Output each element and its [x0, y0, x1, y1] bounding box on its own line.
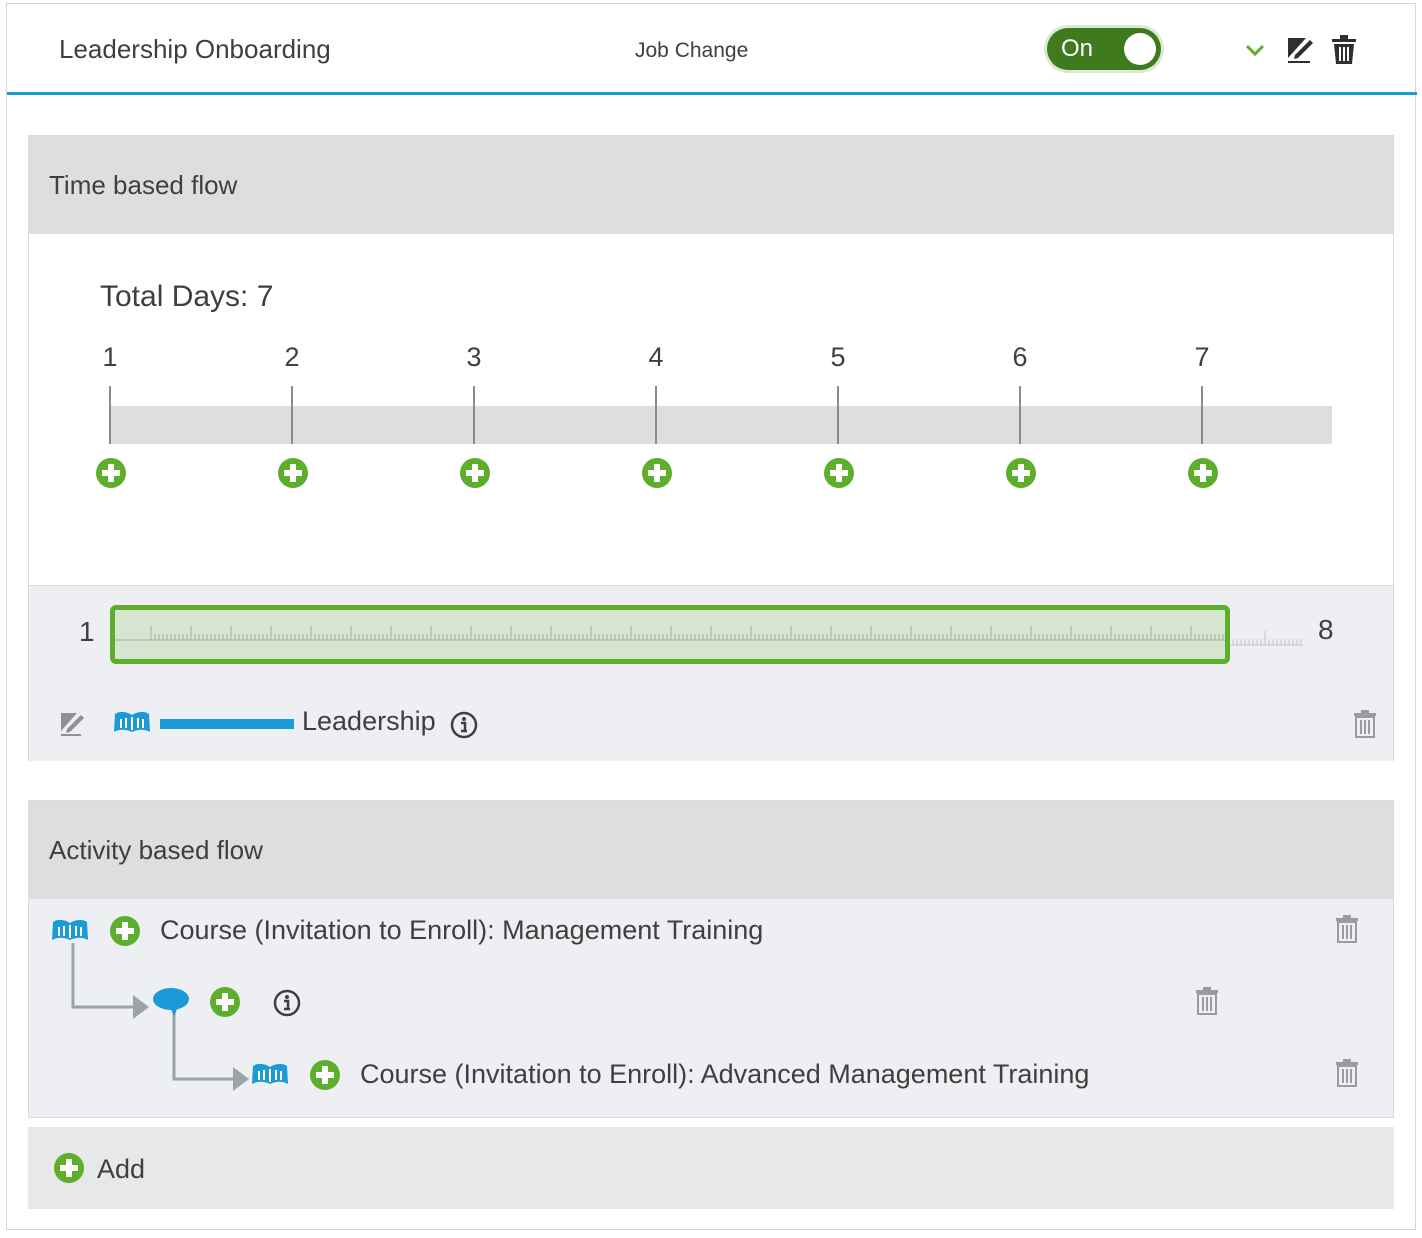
day-label: 6 — [1012, 342, 1028, 372]
add-day-6-plus-icon[interactable] — [1005, 457, 1037, 489]
toggle-knob — [1124, 33, 1156, 65]
add-day-3-plus-icon[interactable] — [459, 457, 491, 489]
delete-activity-trash-icon[interactable] — [1336, 1059, 1358, 1087]
chat-bubble-icon — [153, 988, 189, 1016]
day-tick — [291, 386, 293, 444]
day-tick — [1019, 386, 1021, 444]
flow-title: Leadership Onboarding — [59, 34, 331, 64]
activity-based-flow-panel: Activity based flow Course (Invitation t… — [28, 800, 1394, 1118]
day-tick — [655, 386, 657, 444]
segment-label: Leadership — [302, 706, 436, 736]
delete-activity-trash-icon[interactable] — [1336, 915, 1358, 943]
range-end-label: 8 — [1318, 614, 1334, 645]
flow-header: Leadership Onboarding Job Change On — [7, 4, 1417, 95]
add-day-2-plus-icon[interactable] — [277, 457, 309, 489]
activity-label: Course (Invitation to Enroll): Managemen… — [160, 915, 764, 945]
day-tick — [109, 386, 111, 444]
activity-label: Course (Invitation to Enroll): Advanced … — [360, 1059, 1090, 1089]
day-label: 7 — [1194, 342, 1210, 372]
add-button[interactable]: Add — [28, 1127, 1394, 1209]
activity-flow-title: Activity based flow — [49, 835, 263, 865]
add-day-4-plus-icon[interactable] — [641, 457, 673, 489]
day-label: 5 — [830, 342, 846, 372]
delete-flow-button[interactable] — [1329, 34, 1359, 66]
delete-segment-trash-icon[interactable] — [1354, 710, 1376, 738]
day-label: 2 — [284, 342, 300, 372]
add-label: Add — [97, 1154, 146, 1184]
add-day-1-plus-icon[interactable] — [95, 457, 127, 489]
info-icon[interactable] — [273, 989, 301, 1017]
range-start-label: 1 — [79, 616, 95, 647]
activity-flow-header: Activity based flow — [29, 801, 1393, 899]
edit-icon — [1288, 38, 1313, 63]
flow-active-toggle[interactable]: On — [1047, 28, 1161, 70]
trash-icon — [1332, 35, 1356, 64]
day-tick — [1201, 386, 1203, 444]
timeline-track — [111, 406, 1332, 444]
add-day-5-plus-icon[interactable] — [823, 457, 855, 489]
total-days-label: Total Days: 7 — [100, 280, 274, 313]
ruler-ticks — [115, 626, 1225, 641]
flow-trigger-type: Job Change — [635, 39, 749, 62]
toggle-label: On — [1061, 35, 1094, 62]
add-activity-plus-icon[interactable] — [209, 986, 241, 1018]
segment-color-bar — [160, 719, 294, 729]
info-icon[interactable] — [450, 711, 478, 739]
time-based-flow-panel: Time based flow Total Days: 7 1 2 3 4 5 … — [28, 135, 1394, 761]
timeline-area: Total Days: 7 1 2 3 4 5 6 7 — [29, 234, 1393, 586]
add-activity-plus-icon[interactable] — [309, 1059, 341, 1091]
book-icon — [114, 711, 150, 732]
day-tick — [837, 386, 839, 444]
ruler-tail — [1225, 631, 1303, 646]
edit-segment-icon[interactable] — [59, 711, 85, 737]
plus-icon — [54, 1153, 84, 1183]
delete-activity-trash-icon[interactable] — [1196, 987, 1218, 1015]
onboarding-flow-card: Leadership Onboarding Job Change On Time… — [6, 3, 1417, 1230]
segment-range-bar[interactable] — [110, 605, 1230, 664]
book-icon — [52, 919, 88, 940]
day-label: 1 — [102, 342, 118, 372]
book-icon — [252, 1063, 288, 1084]
expand-button[interactable] — [1240, 34, 1270, 66]
add-day-7-plus-icon[interactable] — [1187, 457, 1219, 489]
time-flow-header: Time based flow — [29, 136, 1393, 234]
day-tick — [473, 386, 475, 444]
day-label: 3 — [466, 342, 482, 372]
day-label: 4 — [648, 342, 664, 372]
segment-area: 1 8 Leadership — [29, 586, 1393, 761]
chevron-down-icon — [1245, 44, 1265, 57]
add-activity-plus-icon[interactable] — [109, 915, 141, 947]
edit-flow-button[interactable] — [1285, 34, 1315, 66]
segment-row: Leadership — [29, 702, 1393, 746]
time-flow-title: Time based flow — [49, 170, 238, 200]
